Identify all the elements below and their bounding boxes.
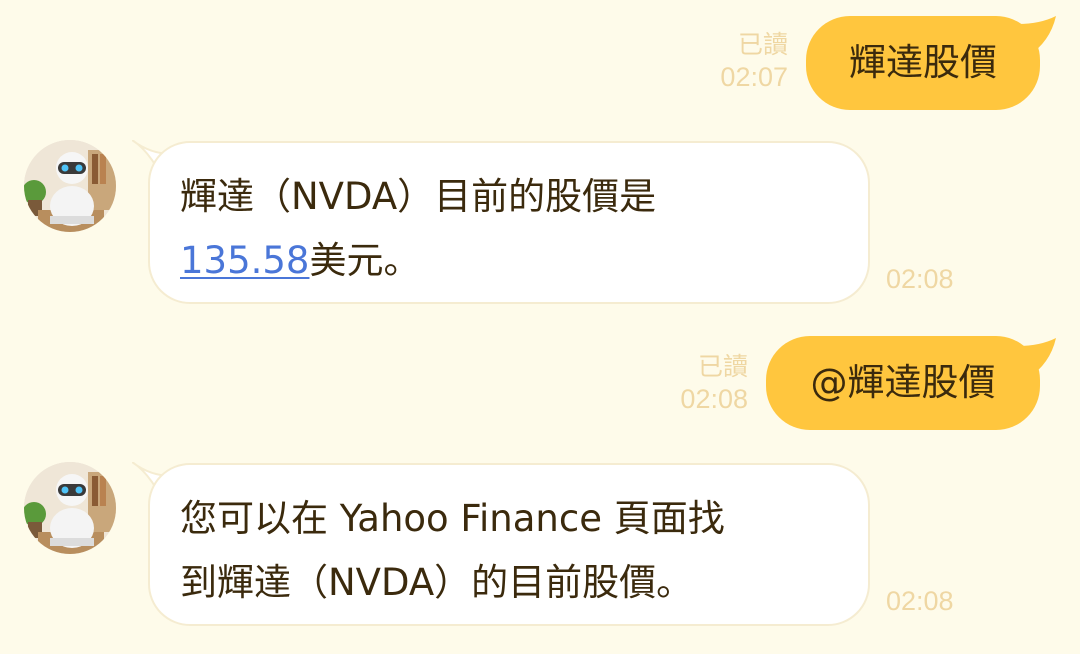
message-line: 到輝達（NVDA）的目前股價。 bbox=[180, 561, 694, 604]
message-time: 02:08 bbox=[886, 586, 954, 616]
bot-avatar[interactable] bbox=[24, 462, 116, 554]
bot-avatar[interactable] bbox=[24, 140, 116, 232]
message-line: 您可以在 Yahoo Finance 頁面找 bbox=[180, 497, 725, 540]
chat-screen: { "messages": [ {"sender": "user", "text… bbox=[0, 0, 1080, 654]
message-bubble[interactable]: @輝達股價 bbox=[766, 336, 1040, 430]
message-bubble[interactable]: 輝達（NVDA）目前的股價是 135.58美元。 bbox=[148, 141, 870, 304]
message-text: 美元。 bbox=[309, 239, 421, 282]
read-receipt: 已讀 bbox=[737, 30, 788, 59]
message-line: 135.58美元。 bbox=[180, 229, 838, 293]
message-time: 02:08 bbox=[680, 384, 748, 414]
robot-avatar-icon bbox=[24, 140, 116, 232]
message-time: 02:07 bbox=[720, 62, 788, 92]
message-time: 02:08 bbox=[886, 264, 954, 294]
message-bubble[interactable]: 輝達股價 bbox=[806, 16, 1040, 110]
price-link[interactable]: 135.58 bbox=[180, 239, 309, 282]
read-receipt: 已讀 bbox=[697, 352, 748, 381]
message-meta: 已讀 02:08 bbox=[620, 352, 748, 416]
message-line: 輝達（NVDA）目前的股價是 bbox=[180, 175, 657, 218]
robot-avatar-icon bbox=[24, 462, 116, 554]
message-meta: 已讀 02:07 bbox=[660, 30, 788, 94]
message-bubble[interactable]: 您可以在 Yahoo Finance 頁面找 到輝達（NVDA）的目前股價。 bbox=[148, 463, 870, 626]
